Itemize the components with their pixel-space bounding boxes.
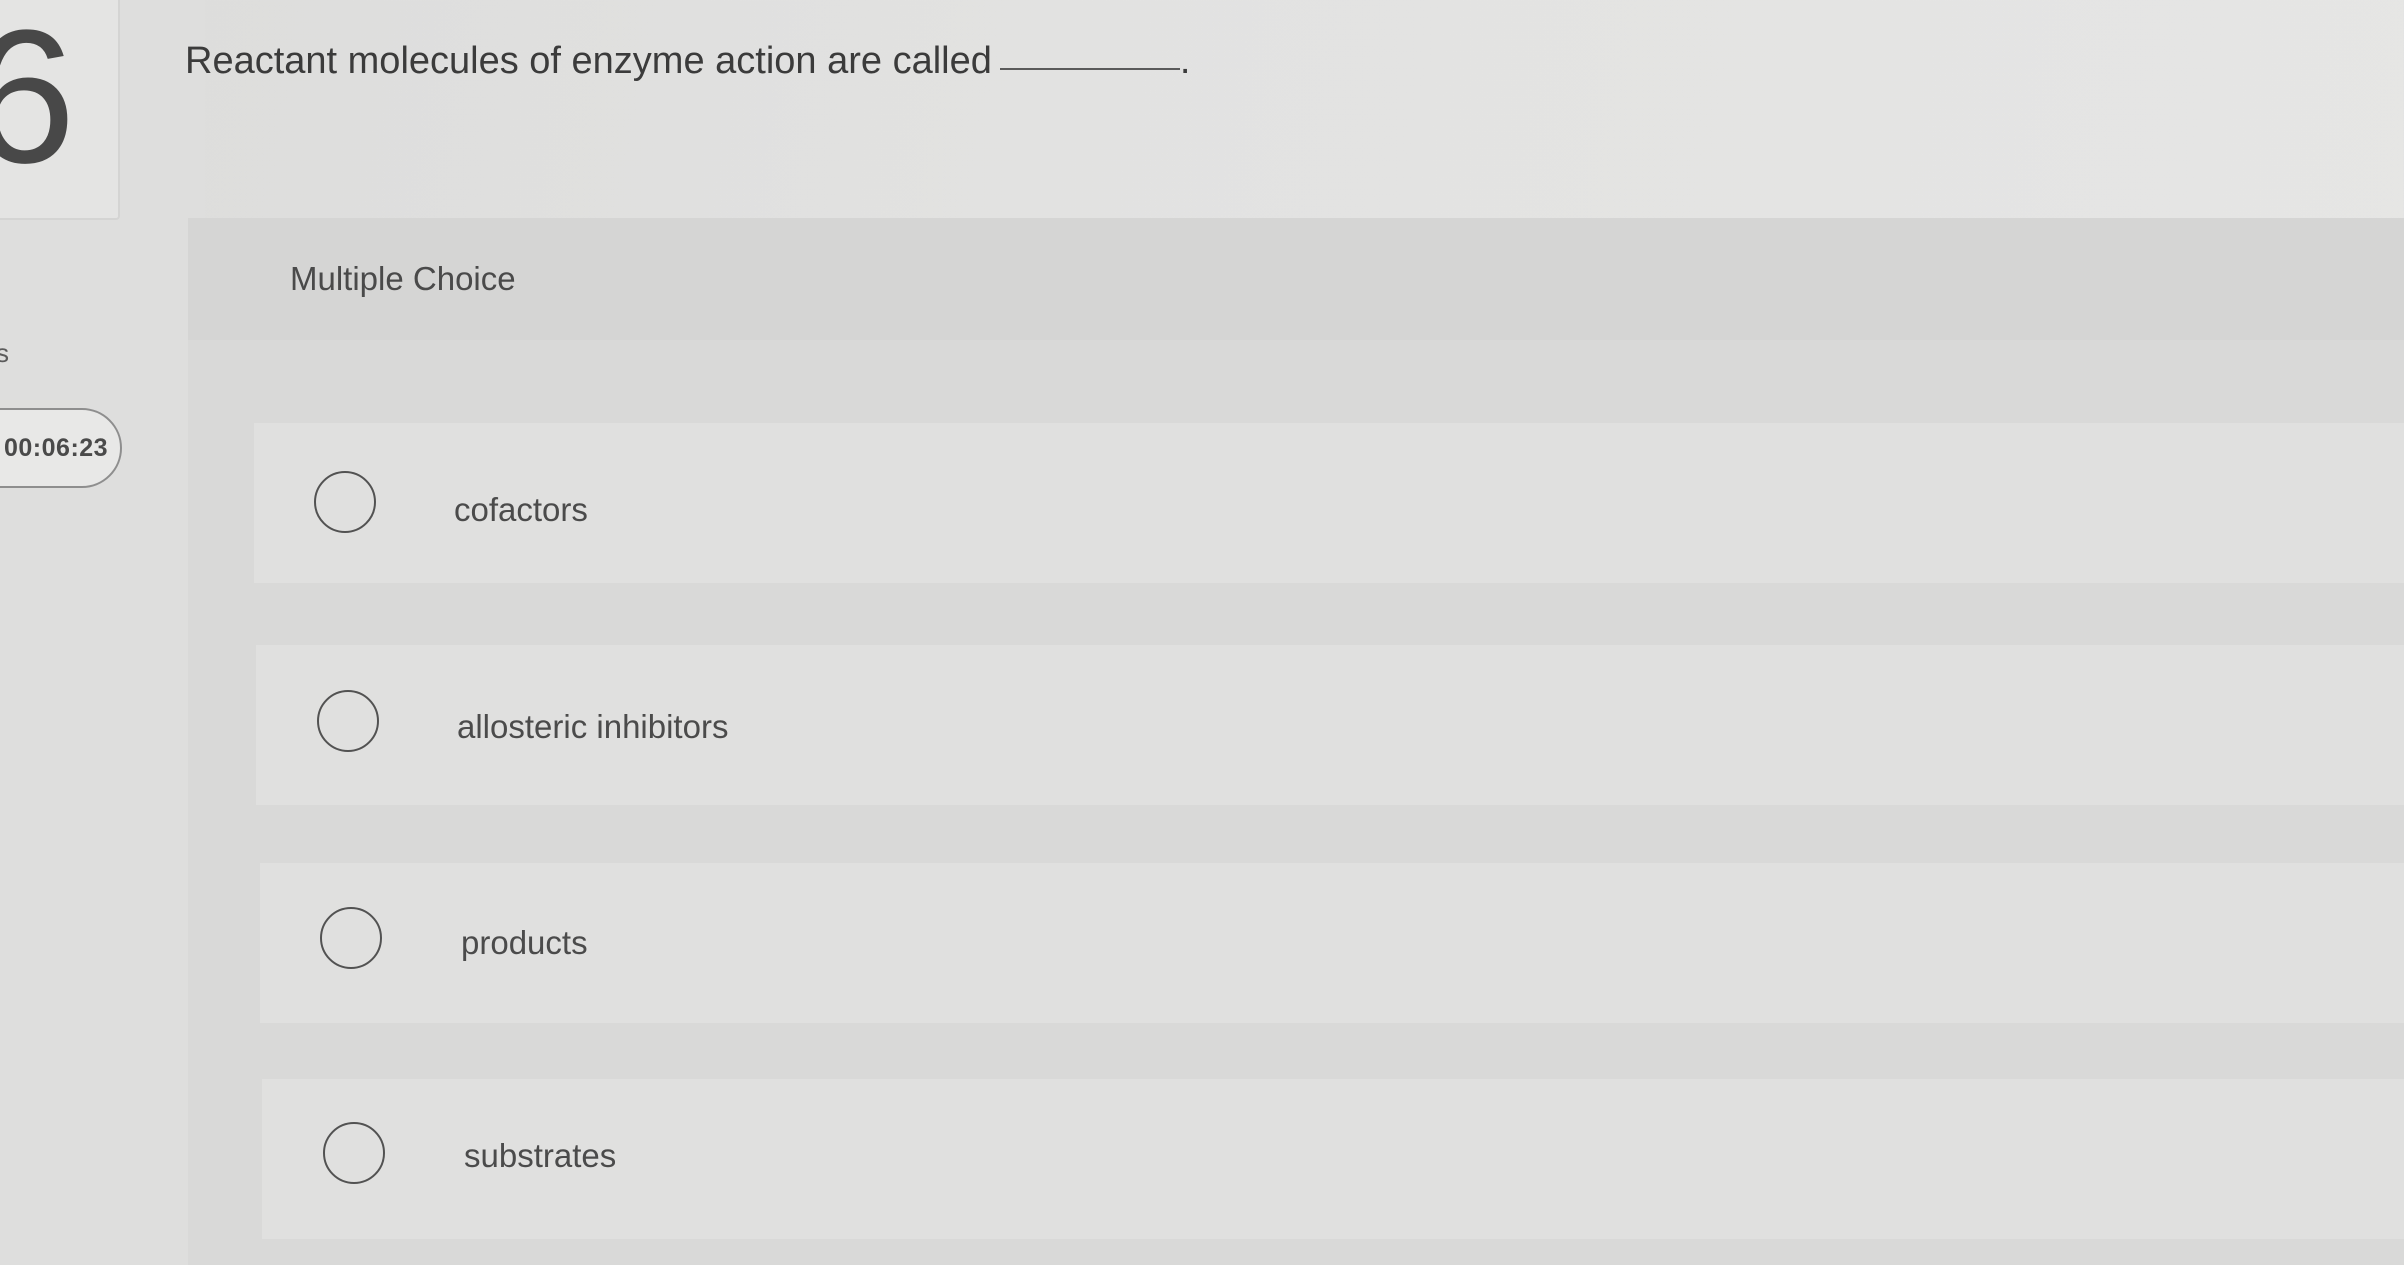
panel-header: Multiple Choice	[188, 218, 2404, 340]
radio-button-icon[interactable]	[320, 907, 382, 969]
question-prompt: Reactant molecules of enzyme action are …	[185, 40, 1190, 83]
question-number: 6	[0, 2, 76, 192]
sidebar-fragment-text: s	[0, 338, 9, 368]
timer-value: 00:06:23	[4, 434, 109, 462]
radio-button-icon[interactable]	[323, 1122, 385, 1184]
answer-blank	[999, 68, 1180, 70]
choice-option-3[interactable]: products	[260, 863, 2404, 1023]
question-prompt-text: Reactant molecules of enzyme action are …	[185, 40, 992, 82]
choice-label: cofactors	[454, 491, 588, 528]
choice-option-4[interactable]: substrates	[262, 1079, 2404, 1239]
answer-panel: Multiple Choice cofactors allosteric inh…	[188, 218, 2404, 1265]
radio-button-icon[interactable]	[314, 471, 376, 533]
choice-label: products	[461, 924, 588, 961]
choice-option-2[interactable]: allosteric inhibitors	[256, 645, 2404, 805]
question-type-label: Multiple Choice	[290, 260, 516, 297]
radio-button-icon[interactable]	[317, 690, 379, 752]
choice-option-1[interactable]: cofactors	[254, 423, 2404, 583]
question-number-box: 6	[0, 0, 120, 220]
blank-suffix: .	[1179, 40, 1191, 82]
choice-label: substrates	[464, 1137, 617, 1174]
choice-label: allosteric inhibitors	[457, 708, 729, 745]
timer-badge: 00:06:23	[0, 408, 122, 488]
